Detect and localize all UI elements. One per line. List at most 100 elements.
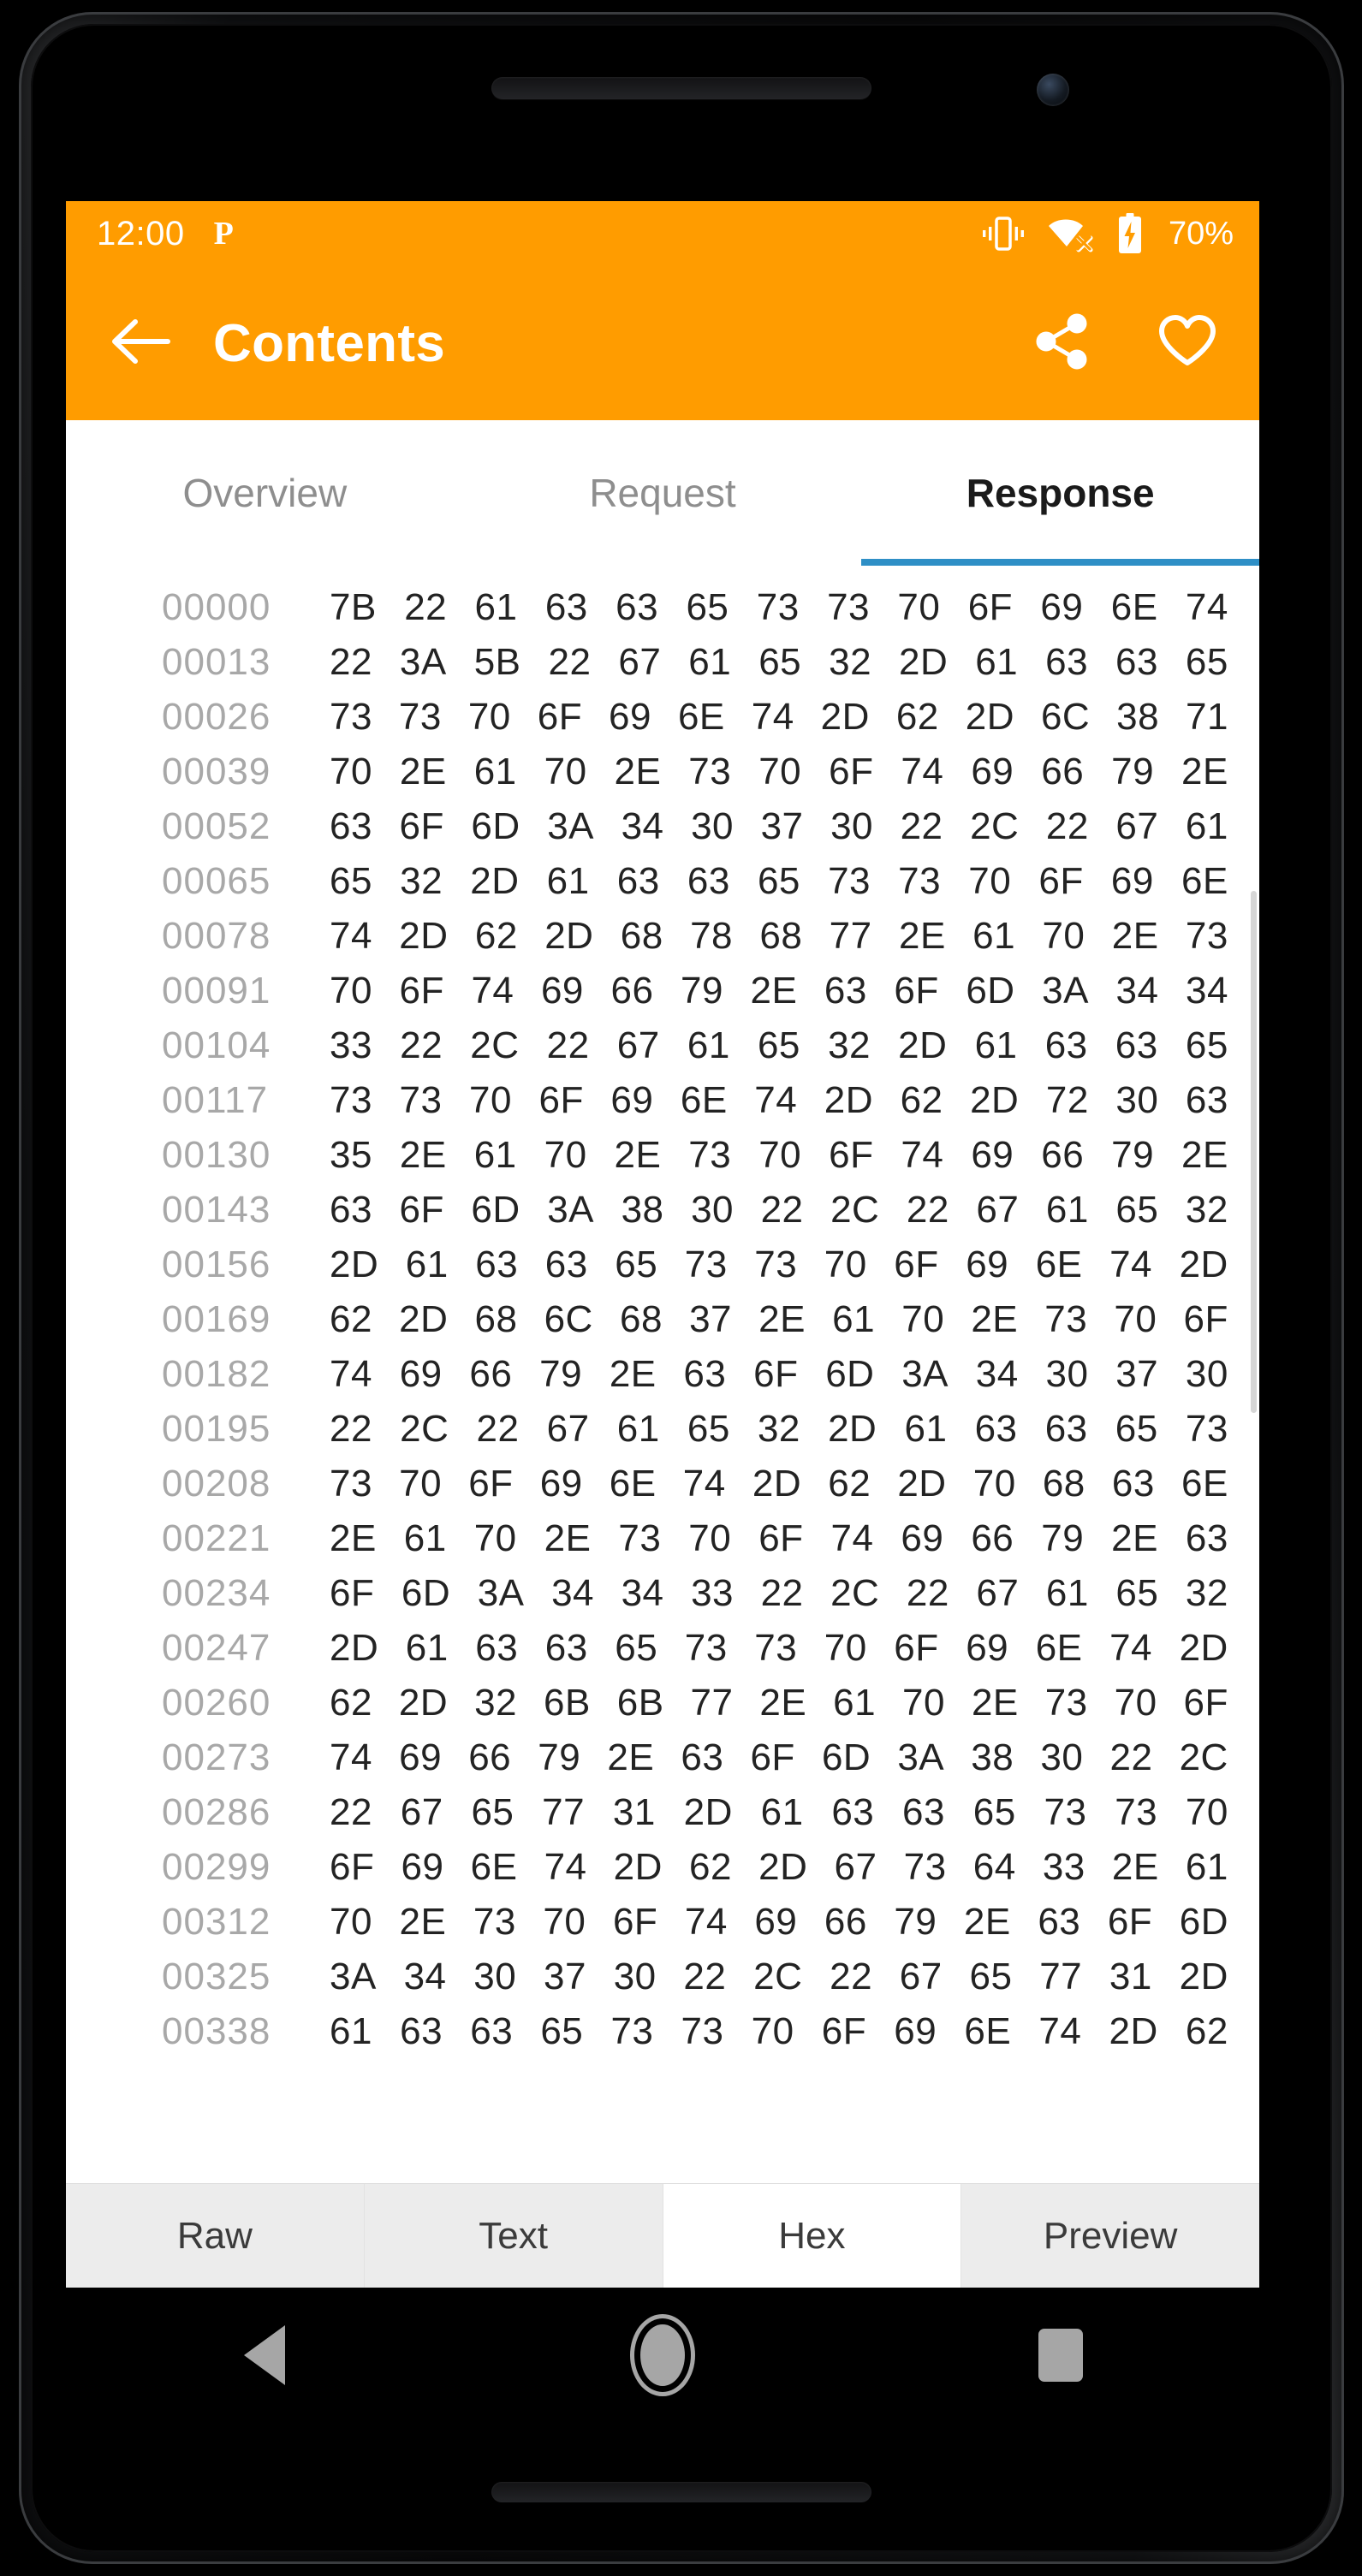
status-clock: 12:00 xyxy=(97,215,185,252)
hex-byte: 3A xyxy=(330,1956,377,1997)
hex-byte: 67 xyxy=(546,1408,590,1450)
hex-byte: 6E xyxy=(1035,1627,1083,1669)
hex-byte: 2D xyxy=(330,1627,379,1669)
hex-byte: 74 xyxy=(1038,2010,1082,2052)
hex-byte: 2D xyxy=(820,696,870,738)
hex-row: 00104 33 22 2C 22 67 61 65 32 2D 61 63 63 65 xyxy=(66,1024,1259,1079)
status-bar-right: 70% xyxy=(982,213,1234,254)
nav-home-button[interactable] xyxy=(598,2288,727,2423)
tab-overview[interactable]: Overview xyxy=(66,420,464,566)
hex-byte: 61 xyxy=(330,2010,372,2052)
hex-offset: 00156 xyxy=(162,1243,271,1285)
hex-offset: 00052 xyxy=(162,805,271,847)
hex-byte: 77 xyxy=(690,1682,734,1724)
hex-row: 00273 74 69 66 79 2E 63 6F 6D 3A 38 30 22 2C xyxy=(66,1736,1259,1791)
hex-byte: 79 xyxy=(894,1901,937,1943)
hex-byte: 65 xyxy=(758,641,802,683)
hex-row: 00169 62 2D 68 6C 68 37 2E 61 70 2E 73 70 6F xyxy=(66,1298,1259,1353)
hex-dump-view[interactable]: 00000 7B 22 61 63 63 65 73 73 70 6F 69 6E 74 00013 22 3A… xyxy=(66,566,1259,2166)
app-bar-actions xyxy=(1028,309,1222,377)
hex-byte: 74 xyxy=(684,1901,728,1943)
view-mode-raw[interactable]: Raw xyxy=(66,2184,365,2288)
hex-byte: 68 xyxy=(474,1298,518,1340)
app-bar: Contents xyxy=(66,266,1259,420)
view-mode-text[interactable]: Text xyxy=(365,2184,663,2288)
hex-byte: 6F xyxy=(537,696,583,738)
hex-byte: 63 xyxy=(1115,1024,1158,1066)
favorite-button[interactable] xyxy=(1153,309,1222,377)
hex-byte: 32 xyxy=(474,1682,518,1724)
hex-byte: 6D xyxy=(471,805,520,847)
hex-byte: 69 xyxy=(966,1243,1009,1285)
hex-byte: 67 xyxy=(976,1189,1020,1231)
hex-byte: 64 xyxy=(972,1846,1016,1888)
hex-byte: 74 xyxy=(751,696,794,738)
hex-byte: 73 xyxy=(618,1517,662,1559)
hex-byte: 5B xyxy=(473,641,521,683)
share-icon xyxy=(1034,313,1091,374)
hex-byte: 2D xyxy=(828,1408,877,1450)
share-button[interactable] xyxy=(1028,309,1097,377)
hex-offset: 00234 xyxy=(162,1572,271,1614)
hex-byte-group: 74 69 66 79 2E 63 6F 6D 3A 38 30 22 2C xyxy=(330,1736,1228,1779)
hex-byte: 6C xyxy=(544,1298,593,1340)
back-button[interactable] xyxy=(102,304,181,383)
hex-scrollbar[interactable] xyxy=(1251,891,1257,1413)
nav-back-button[interactable] xyxy=(200,2288,329,2423)
hex-byte: 69 xyxy=(539,1463,583,1505)
hex-byte: 34 xyxy=(551,1572,595,1614)
hex-byte: 67 xyxy=(618,641,662,683)
view-mode-preview[interactable]: Preview xyxy=(961,2184,1259,2288)
hex-byte: 68 xyxy=(619,1298,663,1340)
hex-byte: 63 xyxy=(1185,1079,1228,1121)
hex-byte: 2E xyxy=(1111,1517,1158,1559)
hex-byte: 70 xyxy=(330,1901,372,1943)
page-title: Contents xyxy=(213,313,446,373)
hex-byte: 70 xyxy=(1114,1682,1157,1724)
earpiece-speaker xyxy=(491,77,871,99)
hex-byte: 74 xyxy=(330,915,372,957)
hex-row: 00286 22 67 65 77 31 2D 61 63 63 65 73 73 70 xyxy=(66,1791,1259,1846)
hex-byte: 6E xyxy=(1181,860,1228,902)
hex-row: 00234 6F 6D 3A 34 34 33 22 2C 22 67 61 65 32 xyxy=(66,1572,1259,1627)
hex-byte-group: 35 2E 61 70 2E 73 70 6F 74 69 66 79 2E xyxy=(330,1134,1228,1177)
hex-byte: 70 xyxy=(330,970,372,1012)
tab-response[interactable]: Response xyxy=(861,420,1259,566)
hex-row: 00208 73 70 6F 69 6E 74 2D 62 2D 70 68 63 6E xyxy=(66,1463,1259,1517)
hex-byte: 31 xyxy=(612,1791,656,1833)
hex-byte-group: 73 70 6F 69 6E 74 2D 62 2D 70 68 63 6E xyxy=(330,1463,1228,1505)
hex-byte: 6D xyxy=(821,1736,871,1778)
phone-screen: 12:00 P 70% Contents Overview Request Re… xyxy=(66,201,1259,2288)
hex-byte: 6E xyxy=(1181,1463,1228,1505)
hex-offset: 00104 xyxy=(162,1024,271,1066)
hex-byte: 22 xyxy=(330,641,372,683)
hex-byte: 31 xyxy=(1109,1956,1152,1997)
hex-byte: 2E xyxy=(1181,751,1228,792)
hex-offset: 00286 xyxy=(162,1791,271,1833)
hex-byte: 66 xyxy=(971,1517,1014,1559)
hex-byte: 74 xyxy=(901,751,944,792)
hex-byte: 6E xyxy=(1035,1243,1083,1285)
hex-byte: 73 xyxy=(898,860,942,902)
hex-byte: 67 xyxy=(616,1024,660,1066)
hex-byte: 70 xyxy=(1042,915,1085,957)
hex-byte: 22 xyxy=(900,805,943,847)
hex-byte: 65 xyxy=(757,1024,800,1066)
hex-byte: 69 xyxy=(1040,586,1084,628)
hex-byte: 61 xyxy=(1045,1189,1089,1231)
nav-recents-button[interactable] xyxy=(996,2288,1125,2423)
hex-offset: 00312 xyxy=(162,1901,271,1943)
hex-byte: 22 xyxy=(1109,1736,1153,1778)
hex-byte: 74 xyxy=(754,1079,798,1121)
view-mode-hex[interactable]: Hex xyxy=(663,2184,962,2288)
hex-byte: 32 xyxy=(829,641,872,683)
hex-byte: 70 xyxy=(399,1463,443,1505)
hex-byte: 61 xyxy=(473,1134,517,1176)
hex-row: 00338 61 63 63 65 73 73 70 6F 69 6E 74 2D 62 xyxy=(66,2010,1259,2065)
hex-byte: 30 xyxy=(691,1189,735,1231)
hex-byte: 73 xyxy=(903,1846,947,1888)
hex-byte: 3A xyxy=(901,1353,949,1395)
hex-byte: 79 xyxy=(1111,1134,1155,1176)
tab-request[interactable]: Request xyxy=(464,420,862,566)
hex-byte: 37 xyxy=(760,805,804,847)
